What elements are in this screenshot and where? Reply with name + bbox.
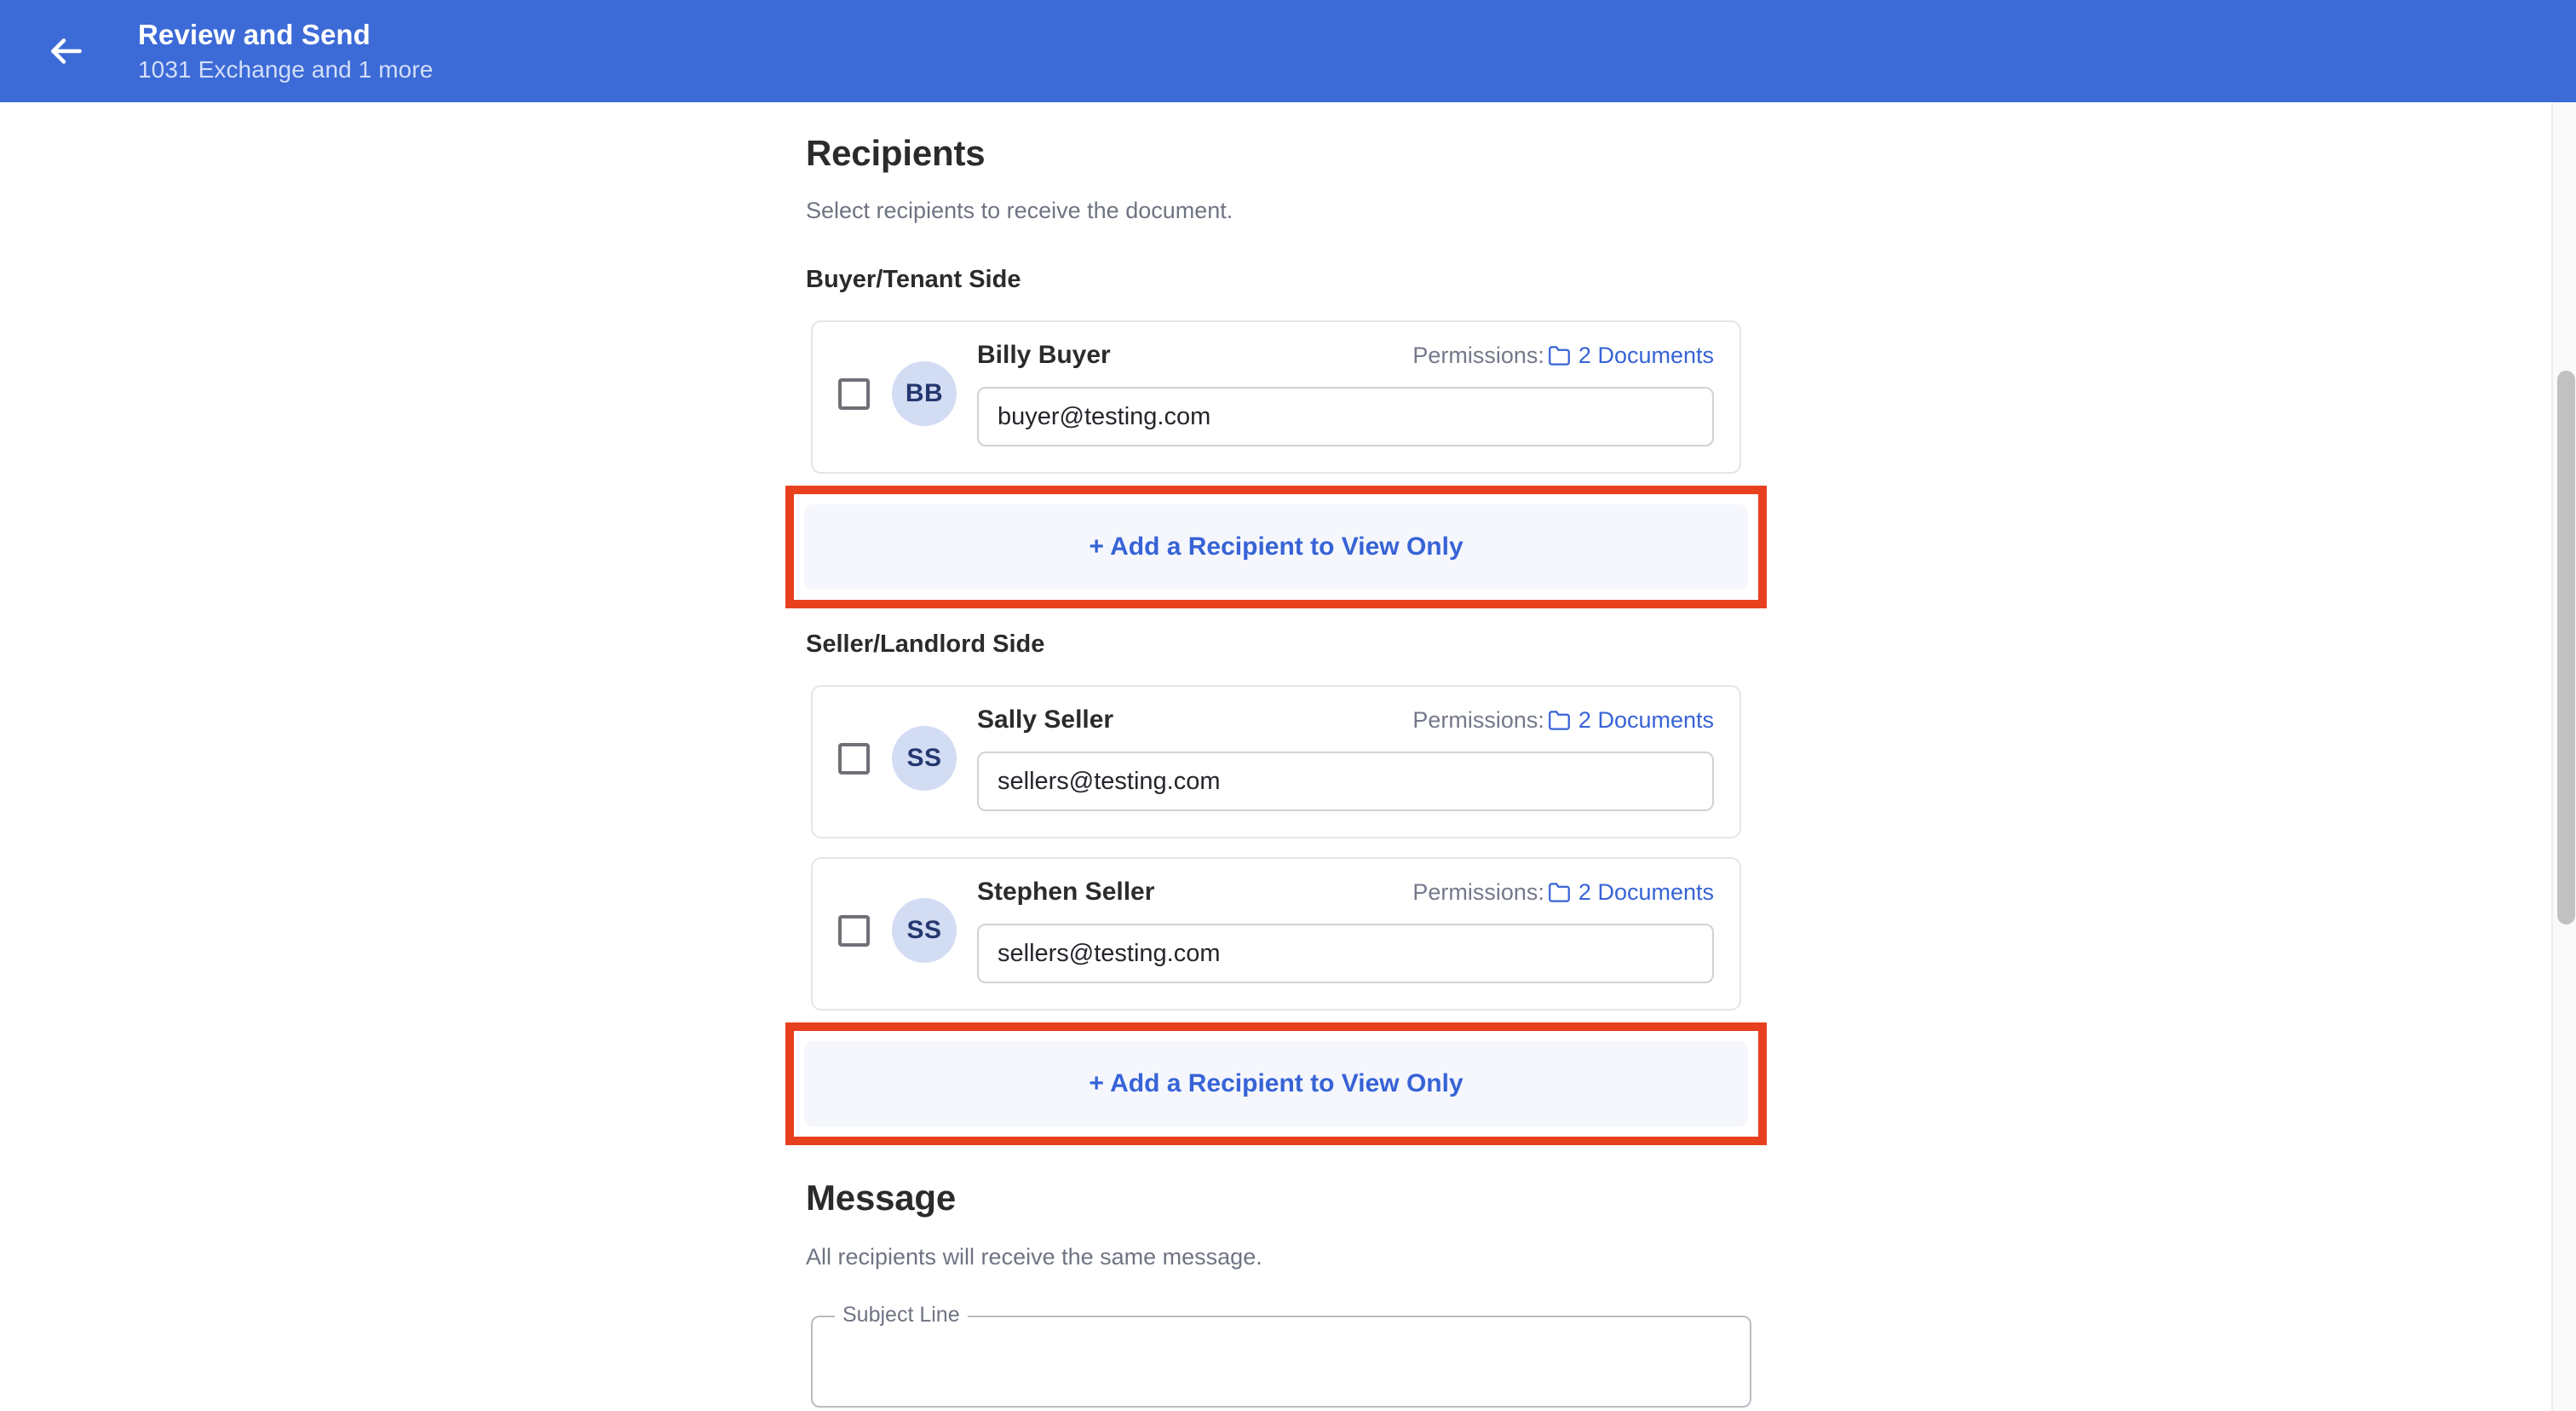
side-title-seller: Seller/Landlord Side — [806, 631, 1045, 658]
add-recipient-view-only-button[interactable]: + Add a Recipient to View Only — [804, 504, 1748, 590]
recipient-details: Sally Seller Permissions: 2 Documents — [977, 706, 1714, 811]
message-description: All recipients will receive the same mes… — [806, 1244, 1262, 1270]
add-recipient-view-only-button[interactable]: + Add a Recipient to View Only — [804, 1041, 1748, 1126]
recipient-email-input[interactable] — [977, 752, 1714, 811]
page-subtitle: 1031 Exchange and 1 more — [138, 55, 434, 83]
subject-line-field[interactable]: Subject Line — [811, 1304, 1751, 1408]
message-heading: Message — [806, 1178, 957, 1218]
recipient-details: Stephen Seller Permissions: 2 Documents — [977, 878, 1714, 983]
permissions-label: Permissions: — [1412, 878, 1544, 905]
recipients-description: Select recipients to receive the documen… — [806, 198, 1233, 223]
add-recipient-highlight: + Add a Recipient to View Only — [785, 1022, 1767, 1145]
recipient-card[interactable]: SS Stephen Seller Permissions: 2 Documen… — [811, 857, 1741, 1011]
header-titles: Review and Send 1031 Exchange and 1 more — [138, 18, 434, 83]
avatar: BB — [892, 361, 957, 426]
page-title: Review and Send — [138, 18, 371, 50]
side-title-buyer: Buyer/Tenant Side — [806, 266, 1021, 293]
recipient-name: Sally Seller — [977, 706, 1114, 734]
permissions-label: Permissions: — [1412, 342, 1544, 368]
permissions-link[interactable]: 2 Documents — [1548, 343, 1714, 369]
recipient-header-row: Stephen Seller Permissions: 2 Documents — [977, 878, 1714, 907]
folder-icon — [1548, 881, 1571, 904]
scrollbar-track[interactable] — [2551, 102, 2576, 1411]
recipient-checkbox[interactable] — [838, 914, 870, 947]
permissions-group: Permissions: 2 Documents — [1412, 343, 1714, 369]
recipient-checkbox[interactable] — [838, 742, 870, 775]
recipient-header-row: Billy Buyer Permissions: 2 Documents — [977, 341, 1714, 370]
recipient-select-group: SS — [838, 726, 957, 791]
scrollbar-thumb[interactable] — [2557, 371, 2575, 924]
permissions-group: Permissions: 2 Documents — [1412, 707, 1714, 734]
avatar: SS — [892, 898, 957, 963]
permissions-link-text: 2 Documents — [1578, 342, 1714, 368]
arrow-left-icon — [44, 30, 87, 72]
folder-icon — [1548, 344, 1571, 367]
recipient-details: Billy Buyer Permissions: 2 Documents — [977, 341, 1714, 446]
recipient-name: Stephen Seller — [977, 878, 1155, 906]
back-button[interactable] — [39, 25, 92, 78]
app-header: Review and Send 1031 Exchange and 1 more — [0, 0, 2576, 102]
recipient-select-group: BB — [838, 361, 957, 426]
recipients-heading: Recipients — [806, 133, 986, 173]
add-recipient-highlight: + Add a Recipient to View Only — [785, 486, 1767, 608]
recipient-checkbox[interactable] — [838, 377, 870, 410]
avatar: SS — [892, 726, 957, 791]
permissions-link[interactable]: 2 Documents — [1548, 707, 1714, 734]
permissions-link[interactable]: 2 Documents — [1548, 879, 1714, 906]
form-content: Recipients Select recipients to receive … — [785, 102, 1767, 1408]
permissions-link-text: 2 Documents — [1578, 706, 1714, 733]
recipient-header-row: Sally Seller Permissions: 2 Documents — [977, 706, 1714, 734]
recipient-card[interactable]: BB Billy Buyer Permissions: 2 Documents … — [811, 320, 1741, 474]
permissions-label: Permissions: — [1412, 706, 1544, 733]
subject-line-label: Subject Line — [835, 1304, 968, 1326]
folder-icon — [1548, 709, 1571, 732]
recipient-email-input[interactable] — [977, 924, 1714, 983]
recipient-select-group: SS — [838, 898, 957, 963]
permissions-group: Permissions: 2 Documents — [1412, 879, 1714, 906]
recipient-email-input[interactable] — [977, 387, 1714, 446]
recipient-card[interactable]: SS Sally Seller Permissions: 2 Documents… — [811, 685, 1741, 838]
recipient-name: Billy Buyer — [977, 341, 1111, 369]
scroll-container[interactable]: Recipients Select recipients to receive … — [0, 102, 2576, 1411]
permissions-link-text: 2 Documents — [1578, 878, 1714, 905]
